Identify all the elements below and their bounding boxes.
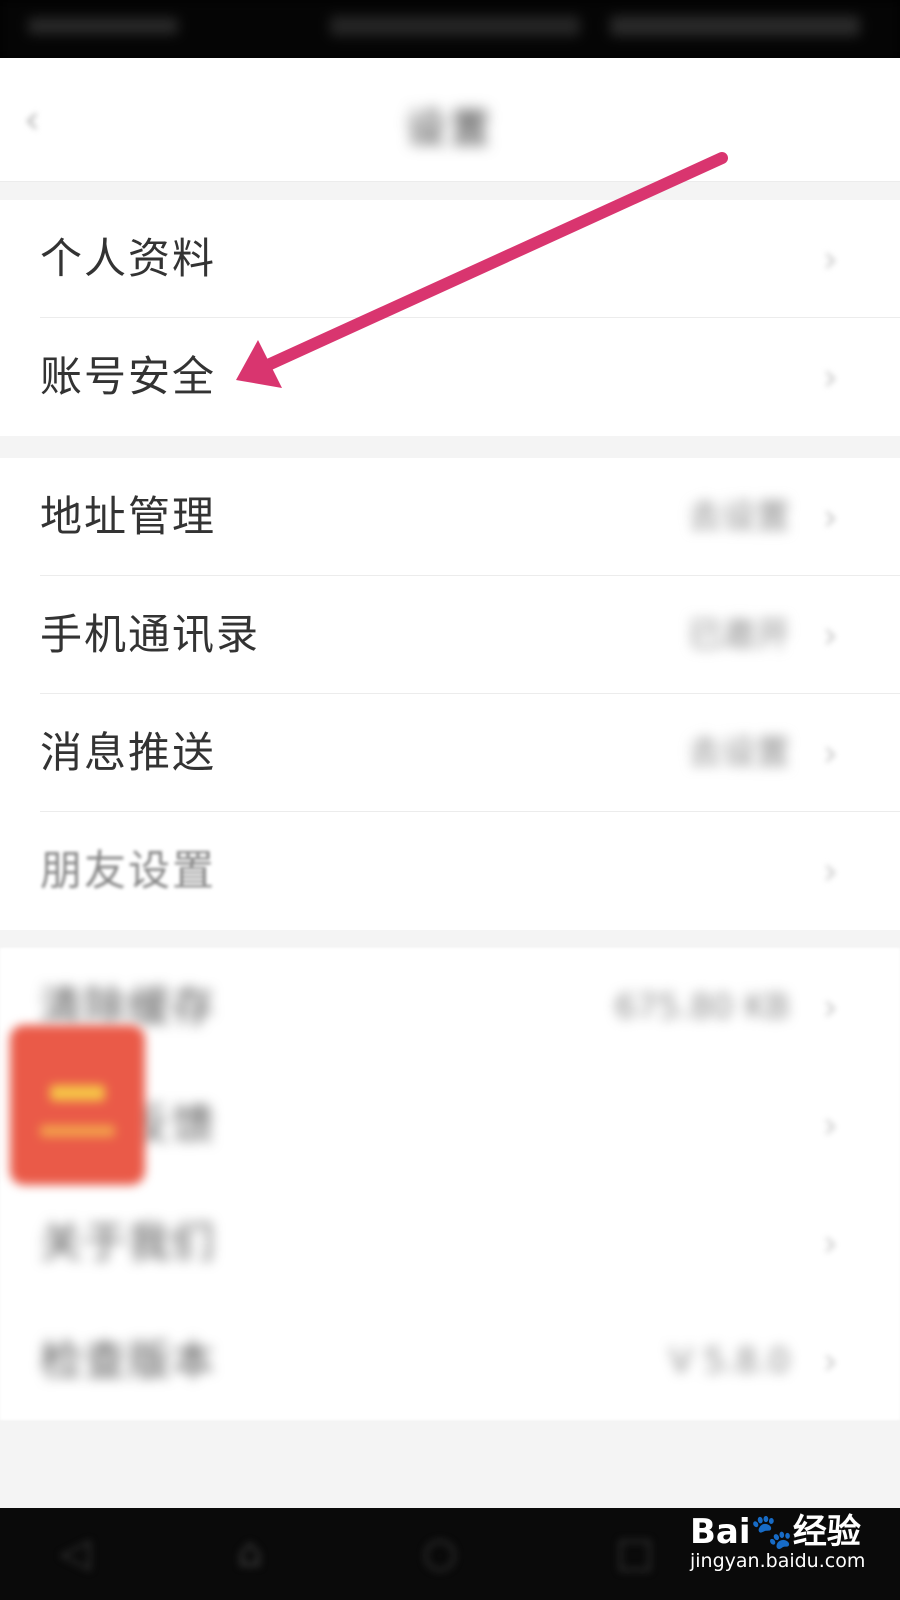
nav-circle-icon[interactable]: ○	[415, 1528, 465, 1578]
nav-back-icon[interactable]: ◁	[50, 1528, 100, 1578]
row-address-management[interactable]: 地址管理 去设置 ›	[0, 458, 900, 576]
row-message-push[interactable]: 消息推送 去设置 ›	[0, 694, 900, 812]
chevron-right-icon: ›	[822, 495, 838, 539]
row-label: 账号安全	[40, 352, 217, 401]
row-check-version[interactable]: 检查版本 V 5.8.0 ›	[0, 1302, 900, 1420]
title-bar: ‹ 设置	[0, 58, 900, 182]
row-label: 关于我们	[40, 1218, 217, 1267]
row-label: 个人资料	[40, 234, 217, 283]
row-personal-info[interactable]: 个人资料 ›	[0, 200, 900, 318]
carrier-text	[28, 18, 178, 34]
watermark-url: jingyan.baidu.com	[690, 1550, 866, 1572]
row-value: 已邀开	[688, 615, 790, 655]
red-packet-icon[interactable]	[10, 1025, 145, 1185]
row-label: 检查版本	[40, 1336, 217, 1385]
chevron-right-icon: ›	[822, 731, 838, 775]
red-packet-graphic	[50, 1085, 105, 1101]
row-value: V 5.8.0	[669, 1341, 790, 1381]
settings-screen: ‹ 设置 个人资料 › 账号安全 › 地址管理 去设置 › 手机通讯录 已邀开 …	[0, 58, 900, 1508]
nav-home-icon[interactable]: ⌂	[225, 1528, 275, 1578]
chevron-right-icon: ›	[822, 849, 838, 893]
row-label: 手机通讯录	[40, 610, 261, 659]
watermark-logo: Bai🐾经验	[690, 1512, 861, 1552]
row-friend-settings[interactable]: 朋友设置 ›	[0, 812, 900, 930]
status-icons	[330, 16, 580, 36]
profile-group: 个人资料 › 账号安全 ›	[0, 200, 900, 436]
page-title: 设置	[406, 106, 494, 152]
row-phone-contacts[interactable]: 手机通讯录 已邀开 ›	[0, 576, 900, 694]
chevron-right-icon: ›	[822, 237, 838, 281]
row-label: 朋友设置	[40, 846, 217, 895]
chevron-right-icon: ›	[822, 1221, 838, 1265]
row-label: 地址管理	[40, 492, 217, 541]
chevron-right-icon: ›	[822, 1339, 838, 1383]
battery-time	[610, 16, 860, 36]
row-value: 去设置	[688, 497, 790, 537]
row-value: 675.80 KB	[614, 987, 790, 1027]
row-about-us[interactable]: 关于我们 ›	[0, 1184, 900, 1302]
row-value: 去设置	[688, 733, 790, 773]
chevron-right-icon: ›	[822, 355, 838, 399]
red-packet-graphic	[40, 1125, 115, 1137]
chevron-right-icon: ›	[822, 613, 838, 657]
nav-recent-icon[interactable]: □	[610, 1528, 660, 1578]
status-bar	[0, 0, 900, 58]
row-label: 消息推送	[40, 728, 217, 777]
chevron-right-icon: ›	[822, 985, 838, 1029]
settings-group: 地址管理 去设置 › 手机通讯录 已邀开 › 消息推送 去设置 › 朋友设置 ›	[0, 458, 900, 930]
chevron-right-icon: ›	[822, 1103, 838, 1147]
row-account-security[interactable]: 账号安全 ›	[0, 318, 900, 436]
baidu-jingyan-watermark: Bai🐾经验 jingyan.baidu.com	[690, 1500, 890, 1592]
